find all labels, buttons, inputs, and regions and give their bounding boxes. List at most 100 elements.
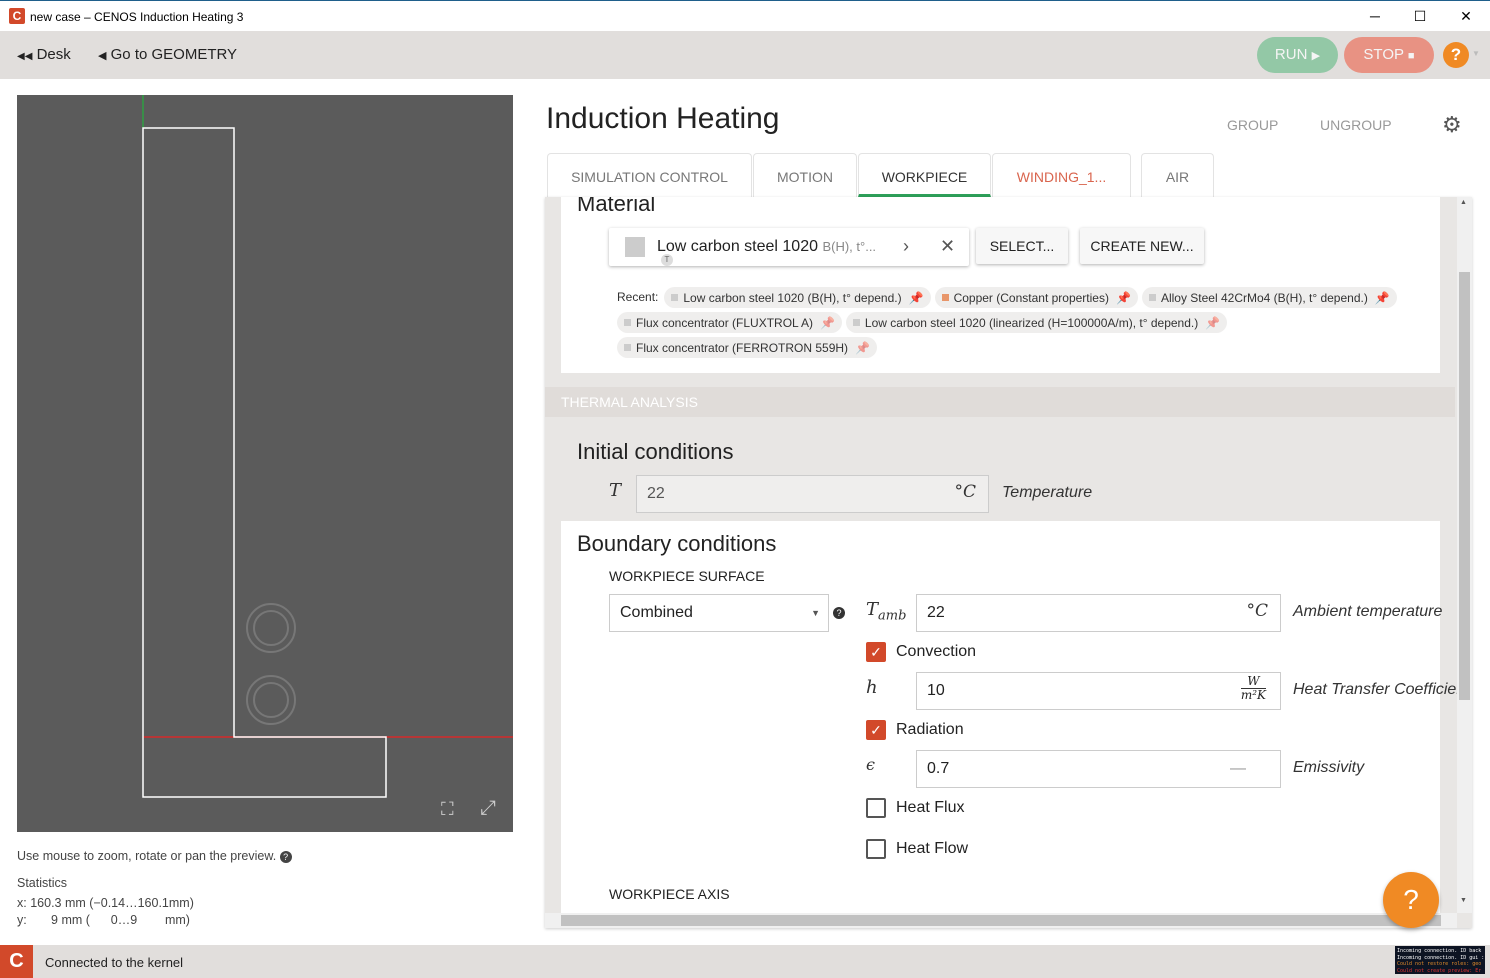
tamb-symbol: Tamb <box>866 599 906 624</box>
recent-chip[interactable]: Low carbon steel 1020 (B(H), t° depend.)… <box>664 287 931 308</box>
heat-flow-checkbox[interactable] <box>866 839 886 859</box>
chevron-down-icon[interactable]: ▼ <box>1472 49 1480 58</box>
emissivity-input[interactable]: 0.7 — <box>916 750 1281 788</box>
create-material-button[interactable]: CREATE NEW... <box>1080 228 1204 264</box>
stop-button[interactable]: STOP ■ <box>1344 37 1434 73</box>
recent-materials: Recent: Low carbon steel 1020 (B(H), t° d… <box>617 287 1417 362</box>
recent-chip[interactable]: Flux concentrator (FERROTRON 559H) 📌 <box>617 337 878 358</box>
preview-hint: Use mouse to zoom, rotate or pan the pre… <box>17 849 292 863</box>
run-button[interactable]: RUN ▶ <box>1257 37 1338 73</box>
x-size: 160.3 mm <box>30 896 86 910</box>
pin-icon[interactable]: 📌 <box>1116 291 1131 305</box>
desk-link[interactable]: ◀◀ Desk <box>17 46 71 63</box>
chevron-right-icon[interactable]: › <box>903 236 909 257</box>
ungroup-button[interactable]: UNGROUP <box>1320 117 1392 133</box>
value: 22 <box>927 604 945 621</box>
console-log[interactable]: Incoming connection. ID back Incoming co… <box>1395 946 1485 974</box>
tab-motion[interactable]: MOTION <box>753 153 857 197</box>
run-label: RUN <box>1274 46 1308 63</box>
pin-outline-icon[interactable]: 📌 <box>820 316 835 330</box>
geometry-canvas <box>142 95 513 798</box>
ambient-temperature-desc: Ambient temperature <box>1293 603 1443 620</box>
scroll-down-icon[interactable]: ▼ <box>1460 897 1467 904</box>
thermal-analysis-header: THERMAL ANALYSIS <box>545 387 1455 417</box>
geometry-preview[interactable]: ⛶ ⤢ <box>17 95 513 832</box>
close-button[interactable]: ✕ <box>1446 5 1486 27</box>
go-to-geometry-link[interactable]: ◀ Go to GEOMETRY <box>98 46 237 63</box>
clear-icon[interactable]: ✕ <box>940 236 955 257</box>
unit: °C <box>1246 601 1268 621</box>
play-icon: ▶ <box>1311 50 1321 62</box>
horizontal-scrollbar[interactable] <box>545 913 1457 928</box>
chip-label: Flux concentrator (FLUXTROL A) <box>636 315 813 330</box>
gear-icon[interactable]: ⚙ <box>1442 112 1462 138</box>
ambient-temperature-input[interactable]: 22 °C <box>916 594 1281 632</box>
temperature-desc: Temperature <box>1002 484 1093 501</box>
recent-chip[interactable]: Low carbon steel 1020 (linearized (H=100… <box>845 312 1228 333</box>
tab-simulation-control[interactable]: SIMULATION CONTROL <box>547 153 752 197</box>
log-line: Incoming connection. ID back <box>1397 948 1482 954</box>
group-button[interactable]: GROUP <box>1227 117 1278 133</box>
help-icon[interactable]: ? <box>833 607 845 619</box>
pin-icon[interactable]: 📌 <box>909 291 924 305</box>
log-line: Could not restore roles: geo <box>1397 961 1482 967</box>
epsilon-symbol: ϵ <box>866 755 875 774</box>
pin-icon[interactable]: 📌 <box>1375 291 1390 305</box>
status-text: Connected to the kernel <box>45 955 184 970</box>
log-line: Could not create preview: Er <box>1397 967 1482 974</box>
scroll-up-icon[interactable]: ▲ <box>1460 199 1467 206</box>
chip-label: Copper (Constant properties) <box>953 290 1109 305</box>
help-icon[interactable]: ? <box>279 851 292 863</box>
hscroll-thumb[interactable] <box>561 915 1441 926</box>
stats-x: x: 160.3 mm (−0.14…160.1mm) <box>17 896 194 910</box>
swatch <box>1148 294 1156 301</box>
pin-outline-icon[interactable]: 📌 <box>1205 316 1220 330</box>
expand-icon[interactable]: ⤢ <box>480 797 496 820</box>
convection-checkbox[interactable]: ✓ <box>866 642 886 662</box>
select-material-button[interactable]: SELECT... <box>976 228 1068 264</box>
recent-chip[interactable]: Alloy Steel 42CrMo4 (B(H), t° depend.) 📌 <box>1141 287 1397 308</box>
material-name-text: Low carbon steel 1020 <box>657 238 818 255</box>
vertical-scrollbar[interactable]: ▲ ▼ <box>1457 197 1472 913</box>
heat-flow-label: Heat Flow <box>896 840 969 857</box>
maximize-button[interactable]: ☐ <box>1400 5 1440 27</box>
initial-conditions-heading: Initial conditions <box>577 439 734 464</box>
fit-view-icon[interactable]: ⛶ <box>441 799 454 820</box>
double-arrow-left-icon: ◀◀ <box>17 51 33 62</box>
heat-flux-checkbox[interactable] <box>866 798 886 818</box>
value: 0.7 <box>927 760 950 777</box>
swatch <box>941 294 949 301</box>
page-title: Induction Heating <box>546 102 780 135</box>
temperature-symbol: T <box>609 480 622 501</box>
tab-winding-1[interactable]: WINDING_1... <box>992 153 1131 197</box>
material-selector[interactable]: Low carbon steel 1020 B(H), t°... T › ✕ <box>609 228 969 266</box>
pin-outline-icon[interactable]: 📌 <box>855 341 870 355</box>
symbol: T <box>866 599 879 620</box>
recent-chip[interactable]: Copper (Constant properties) 📌 <box>934 287 1138 308</box>
recent-chip[interactable]: Flux concentrator (FLUXTROL A) 📌 <box>617 312 842 333</box>
material-detail: B(H), t°... <box>822 239 877 254</box>
unit: — <box>1230 760 1246 777</box>
tab-workpiece[interactable]: WORKPIECE <box>858 153 991 197</box>
minimize-button[interactable]: ─ <box>1355 5 1395 27</box>
unit-fraction: Wm²K <box>1240 675 1266 702</box>
radiation-checkbox[interactable]: ✓ <box>866 720 886 740</box>
arrow-left-icon: ◀ <box>98 50 107 62</box>
htc-desc: Heat Transfer Coefficient <box>1293 681 1470 698</box>
chip-label: Flux concentrator (FERROTRON 559H) <box>636 340 849 355</box>
value: 10 <box>927 682 945 699</box>
stop-label: STOP <box>1363 46 1404 63</box>
app-logo-icon: C <box>0 945 33 978</box>
unit: °C <box>954 482 976 502</box>
support-help-button[interactable]: ? <box>1383 872 1439 928</box>
swatch <box>624 319 631 326</box>
tab-air[interactable]: AIR <box>1141 153 1214 197</box>
swatch <box>671 294 679 301</box>
heat-transfer-coefficient-input[interactable]: 10 Wm²K <box>916 672 1281 710</box>
boundary-type-select[interactable]: Combined ▼ <box>609 594 829 632</box>
help-button[interactable]: ? <box>1443 42 1469 68</box>
initial-temperature-input[interactable]: 22 °C <box>636 475 989 513</box>
scrollbar-thumb[interactable] <box>1459 272 1470 700</box>
window-title: new case – CENOS Induction Heating 3 <box>30 10 244 24</box>
radiation-label: Radiation <box>896 721 964 738</box>
